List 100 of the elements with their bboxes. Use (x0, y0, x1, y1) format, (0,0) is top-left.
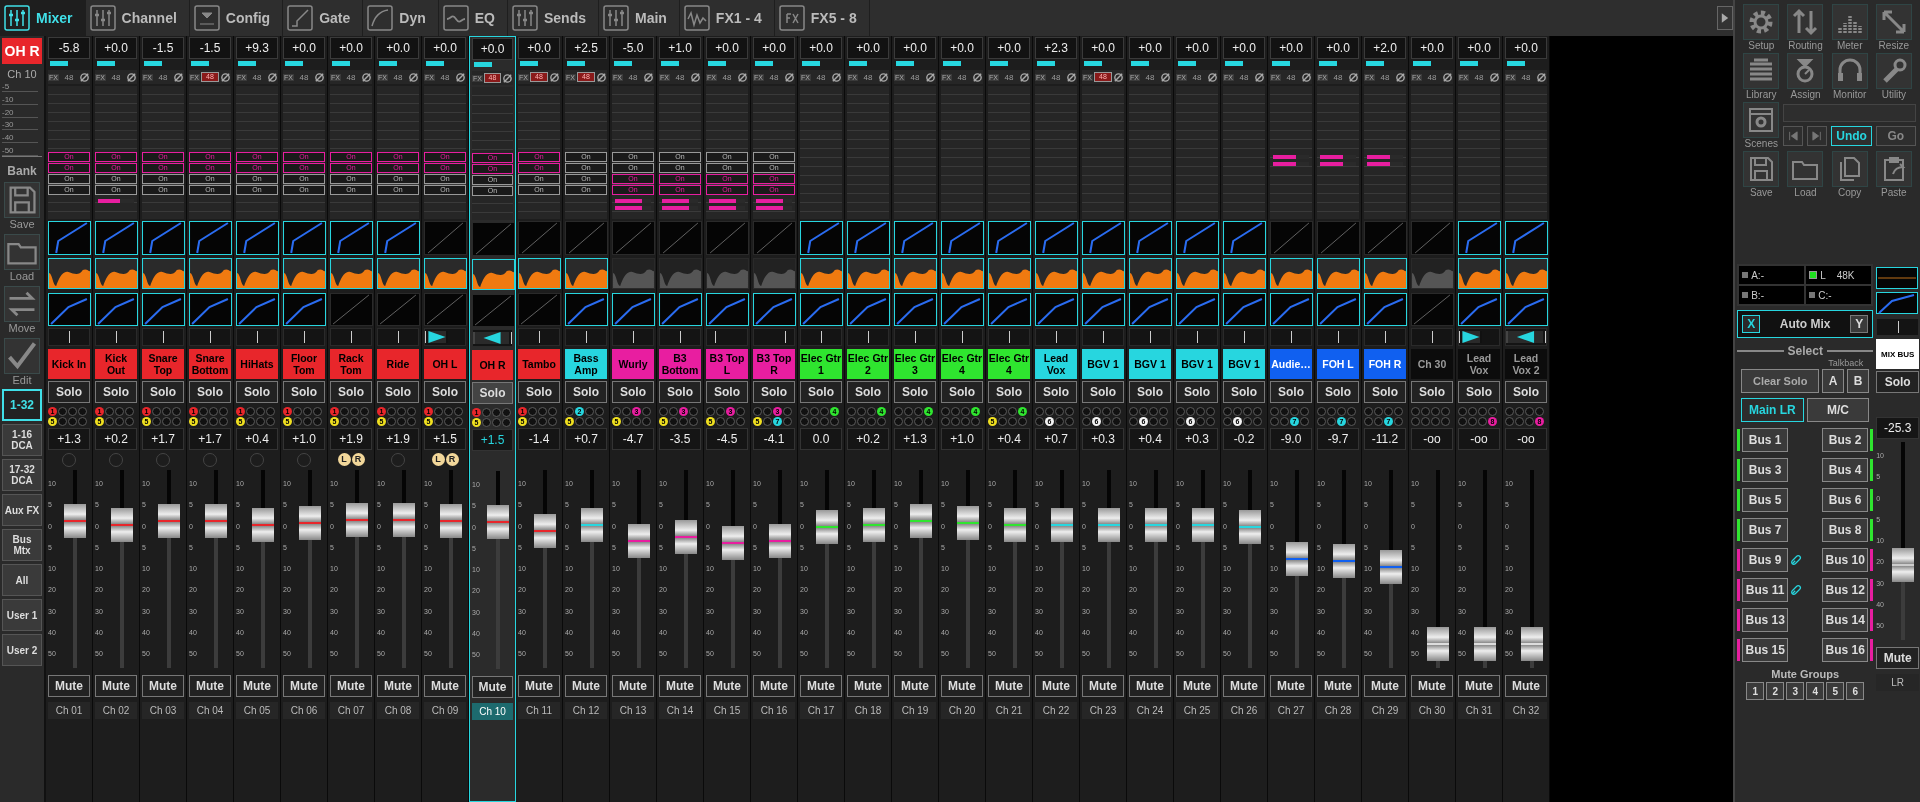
phantom-power-indicator[interactable]: 48 (905, 72, 924, 82)
phase-invert-icon[interactable] (1536, 71, 1547, 83)
mute-button[interactable]: Mute (988, 675, 1030, 697)
solo-button[interactable]: Solo (48, 381, 90, 403)
solo-button[interactable]: Solo (894, 381, 936, 403)
mute-button[interactable]: Mute (1876, 647, 1920, 669)
phase-invert-icon[interactable] (1066, 71, 1077, 83)
solo-button[interactable]: Solo (988, 381, 1030, 403)
solo-button[interactable]: Solo (472, 382, 513, 404)
phantom-power-indicator[interactable]: 48 (952, 72, 971, 82)
solo-button[interactable]: Solo (1317, 381, 1359, 403)
fader-handle[interactable] (862, 508, 885, 543)
channel-name[interactable]: BGV 1 (1176, 349, 1218, 379)
channel-name[interactable]: Kick Out (95, 349, 137, 379)
bus-button[interactable]: Bus 8 (1822, 518, 1869, 542)
mute-button[interactable]: Mute (518, 675, 560, 697)
talkback-button[interactable]: A (1822, 369, 1845, 393)
clear-solo-button[interactable]: Clear Solo (1741, 369, 1820, 393)
gain-value[interactable]: +0.0 (330, 37, 372, 59)
channel-name[interactable]: Ride (377, 349, 419, 379)
phantom-power-indicator[interactable]: 48 (1469, 72, 1488, 82)
gain-value[interactable]: -1.5 (189, 37, 231, 59)
solo-button[interactable]: Solo (941, 381, 983, 403)
mute-button[interactable]: Mute (236, 675, 278, 697)
scene-name-field[interactable] (1783, 104, 1916, 122)
solo-button[interactable]: Solo (424, 381, 466, 403)
phantom-power-indicator[interactable]: 48 (153, 72, 172, 82)
fader-handle[interactable] (392, 502, 415, 537)
solo-button[interactable]: Solo (1505, 381, 1547, 403)
gain-value[interactable]: -5.0 (612, 37, 654, 59)
gain-value[interactable]: +0.0 (894, 37, 936, 59)
solo-button[interactable]: Solo (1223, 381, 1265, 403)
bus-button[interactable]: Bus 16 (1822, 638, 1869, 662)
channel-name[interactable]: FOH L (1317, 349, 1359, 379)
tool-button[interactable]: Library (1739, 53, 1784, 100)
phase-invert-icon[interactable] (596, 71, 607, 83)
fader-handle[interactable] (1892, 547, 1915, 582)
mute-button[interactable]: Mute (1176, 675, 1218, 697)
solo-button[interactable]: Solo (330, 381, 372, 403)
gain-value[interactable]: +0.0 (988, 37, 1030, 59)
channel-name[interactable]: HiHats (236, 349, 278, 379)
talkback-button[interactable]: B (1847, 369, 1870, 393)
bus-button[interactable]: Bus 12 (1822, 578, 1869, 602)
phase-invert-icon[interactable] (690, 71, 701, 83)
bank-button[interactable]: Bus Mtx (2, 529, 42, 561)
fader-handle[interactable] (533, 514, 556, 549)
phase-invert-icon[interactable] (1301, 71, 1312, 83)
channel-name[interactable]: Lead Vox (1035, 349, 1077, 379)
phantom-power-indicator[interactable]: 48 (59, 72, 78, 82)
mute-button[interactable]: Mute (565, 675, 607, 697)
phantom-power-indicator[interactable]: 48 (999, 72, 1018, 82)
channel-name[interactable]: B3 Top L (706, 349, 748, 379)
fader-handle[interactable] (580, 508, 603, 543)
phantom-power-indicator[interactable]: 48 (247, 72, 266, 82)
phase-invert-icon[interactable] (972, 71, 983, 83)
mute-button[interactable]: Mute (1458, 675, 1500, 697)
fader-handle[interactable] (721, 526, 744, 561)
gain-value[interactable]: +0.0 (283, 37, 325, 59)
fader-handle[interactable] (1520, 627, 1543, 662)
phantom-power-indicator[interactable]: 48 (670, 72, 689, 82)
tool-button[interactable]: Save (1739, 151, 1784, 198)
phantom-power-indicator[interactable]: 48 (623, 72, 642, 82)
mute-button[interactable]: Mute (612, 675, 654, 697)
mute-button[interactable]: Mute (377, 675, 419, 697)
channel-name[interactable]: BGV 1 (1129, 349, 1171, 379)
fader-handle[interactable] (439, 504, 462, 539)
gain-value[interactable]: +0.0 (1317, 37, 1359, 59)
phantom-power-indicator[interactable]: 48 (341, 72, 360, 82)
bank-button[interactable]: 1-16 DCA (2, 424, 42, 456)
bus-button[interactable]: Bus 4 (1822, 458, 1869, 482)
bus-button[interactable]: Bus 13 (1742, 608, 1789, 632)
solo-button[interactable]: Solo (753, 381, 795, 403)
phantom-power-indicator[interactable]: 48 (106, 72, 125, 82)
channel-name[interactable]: Elec Gtr 3 (894, 349, 936, 379)
fader-handle[interactable] (768, 524, 791, 559)
gain-value[interactable]: +0.0 (377, 37, 419, 59)
mute-button[interactable]: Mute (95, 675, 137, 697)
phase-invert-icon[interactable] (455, 71, 466, 83)
channel-name[interactable]: Audie… (1270, 349, 1312, 379)
tool-button[interactable]: Routing (1783, 4, 1828, 51)
gain-value[interactable]: +0.0 (800, 37, 842, 59)
bank-button[interactable]: Aux FX (2, 494, 42, 526)
phase-invert-icon[interactable] (1395, 71, 1406, 83)
fader-handle[interactable] (345, 502, 368, 537)
pan-control[interactable] (1458, 328, 1500, 346)
fader-handle[interactable] (956, 506, 979, 541)
tool-button[interactable]: Monitor (1827, 53, 1872, 100)
phantom-power-indicator[interactable]: 48 (717, 72, 736, 82)
bank-button[interactable]: 1-32 (2, 389, 42, 421)
fader-handle[interactable] (1332, 544, 1355, 579)
edit-button[interactable]: Edit (4, 338, 40, 386)
phantom-power-indicator[interactable]: 48 (1422, 72, 1441, 82)
scene-action-button[interactable]: Go (1875, 126, 1916, 146)
mute-button[interactable]: Mute (1411, 675, 1453, 697)
phase-invert-icon[interactable] (408, 71, 419, 83)
mute-button[interactable]: Mute (330, 675, 372, 697)
fader-handle[interactable] (1050, 508, 1073, 543)
phantom-power-indicator[interactable]: 48 (435, 72, 454, 82)
gain-value[interactable]: -1.5 (142, 37, 184, 59)
solo-button[interactable]: Solo (565, 381, 607, 403)
